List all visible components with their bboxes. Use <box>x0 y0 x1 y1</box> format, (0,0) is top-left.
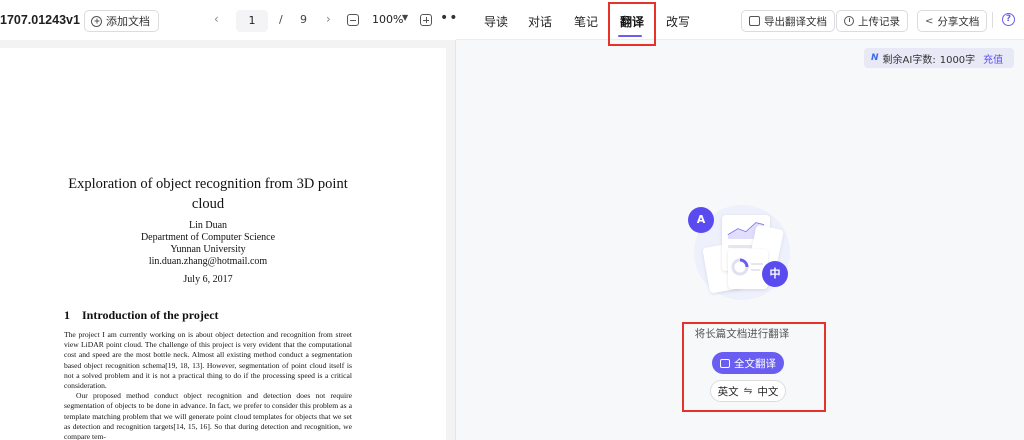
upload-history-button[interactable]: 上传记录 <box>836 10 908 32</box>
page-separator: / <box>279 13 283 26</box>
zoom-out-icon[interactable] <box>347 14 359 26</box>
english-badge-icon: A <box>688 207 714 233</box>
recharge-link[interactable]: 充值 <box>983 51 1003 66</box>
tab-chat[interactable]: 对话 <box>528 13 552 30</box>
author-name: Lin Duan <box>188 220 228 231</box>
section-heading: 1 Introduction of the project <box>64 308 219 323</box>
next-page-button[interactable]: › <box>326 12 331 26</box>
add-circle-icon <box>91 15 102 27</box>
tab-guide[interactable]: 导读 <box>484 13 508 30</box>
pdf-page: Exploration of object recognition from 3… <box>0 48 446 440</box>
pdf-viewer-pane: 1707.01243v1 添加文档 ‹ 1 / 9 › 100% ▼ ••• E… <box>0 0 467 440</box>
section-title: Introduction of the project <box>82 308 219 322</box>
paper-authors: Lin Duan Department of Computer Science … <box>60 220 356 268</box>
add-document-button[interactable]: 添加文档 <box>84 10 159 32</box>
paragraph: Our proposed method conduct object recog… <box>64 391 352 440</box>
share-document-button[interactable]: < 分享文档 <box>917 10 988 32</box>
export-translation-button[interactable]: 导出翻译文档 <box>741 10 835 32</box>
export-icon <box>749 16 760 26</box>
export-translation-label: 导出翻译文档 <box>764 15 827 28</box>
page-number-input[interactable]: 1 <box>236 10 268 32</box>
author-email: lin.duan.zhang@hotmail.com <box>148 256 268 267</box>
paragraph: The project I am currently working on is… <box>64 330 352 391</box>
section-number: 1 <box>64 308 70 322</box>
pdf-toolbar: 1707.01243v1 添加文档 ‹ 1 / 9 › 100% ▼ ••• <box>0 0 467 40</box>
tab-bar: 导读 对话 笔记 翻译 改写 导出翻译文档 上传记录 < 分享文档 ? <box>456 0 1024 46</box>
highlight-box-tab <box>608 2 656 46</box>
author-department: Department of Computer Science <box>140 232 276 243</box>
divider <box>992 12 993 28</box>
share-document-label: 分享文档 <box>937 15 980 28</box>
zoom-select[interactable]: 100% <box>372 13 403 26</box>
paper-date: July 6, 2017 <box>183 274 233 285</box>
document-title: 1707.01243v1 <box>0 13 80 27</box>
paper-body: The project I am currently working on is… <box>64 330 352 440</box>
chinese-badge-icon: 中 <box>762 261 788 287</box>
caret-down-icon[interactable]: ▼ <box>402 13 408 22</box>
paper-title: Exploration of object recognition from 3… <box>68 176 348 212</box>
share-icon: < <box>925 15 934 27</box>
ai-icon: N <box>871 53 879 63</box>
help-icon[interactable]: ? <box>1002 13 1015 26</box>
tab-rewrite[interactable]: 改写 <box>666 13 690 30</box>
quota-value: 1000字 <box>939 54 976 66</box>
zoom-in-icon[interactable] <box>420 14 432 26</box>
clock-icon <box>844 16 854 26</box>
ai-quota-badge: N 剩余AI字数: 1000字 充值 <box>864 48 1014 68</box>
assistant-pane: 导读 对话 笔记 翻译 改写 导出翻译文档 上传记录 < 分享文档 ? N 剩余… <box>456 0 1024 440</box>
previous-page-button[interactable]: ‹ <box>214 12 219 26</box>
upload-history-label: 上传记录 <box>858 15 900 28</box>
total-pages: 9 <box>300 13 307 26</box>
author-university: Yunnan University <box>170 244 246 255</box>
highlight-box-translate <box>682 322 826 412</box>
quota-label: 剩余AI字数: <box>882 54 936 66</box>
translate-illustration: A 中 <box>688 205 790 300</box>
add-document-label: 添加文档 <box>106 15 150 28</box>
tab-notes[interactable]: 笔记 <box>574 13 598 30</box>
